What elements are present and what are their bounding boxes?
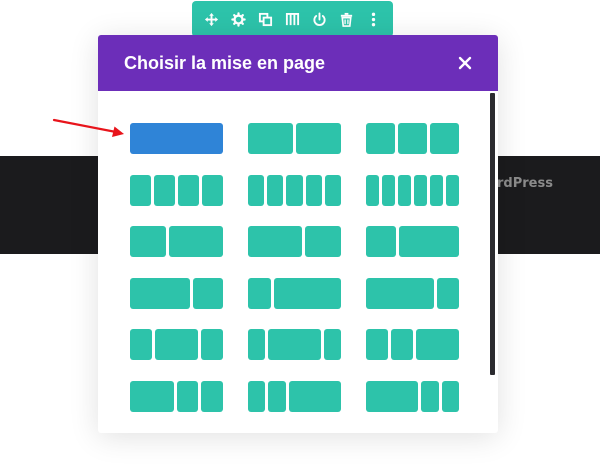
layout-column [267,174,284,206]
layout-column [366,277,434,309]
power-icon[interactable] [312,11,328,27]
layout-column [366,123,395,154]
layout-option-1-6x6[interactable] [366,174,459,206]
layout-column [130,380,174,412]
layout-column [399,226,459,257]
layout-column [382,174,395,206]
layout-option-1-3x3[interactable] [366,123,459,154]
layout-column [130,329,152,360]
layout-modal: Choisir la mise en page [98,35,498,433]
layout-column [130,226,166,257]
layout-column [288,380,341,412]
red-arrow-annotation [52,118,124,137]
layout-option-1-4x4[interactable] [130,174,223,206]
layout-column [398,123,427,154]
layout-column [201,329,223,360]
duplicate-icon[interactable] [258,11,274,27]
layout-column [366,380,419,412]
layout-column [305,174,322,206]
layout-column [248,226,302,257]
more-icon[interactable] [366,11,382,27]
layout-column [324,174,341,206]
columns-icon[interactable] [285,11,301,27]
layout-option-1-4_1-4_1-2[interactable] [366,329,459,360]
layout-column [202,174,223,206]
move-icon[interactable] [204,11,220,27]
layout-column [130,277,190,309]
layout-column [130,123,223,154]
layout-column [268,380,286,412]
layout-column [154,174,175,206]
layout-column [366,226,396,257]
layout-option-1-3_2-3[interactable] [366,226,459,257]
layout-column [430,174,443,206]
layout-option-1-5_3-5_1-5[interactable] [248,329,341,360]
close-icon[interactable] [458,56,472,70]
layout-option-3-5_2-5[interactable] [248,226,341,257]
layout-column [176,380,199,412]
layout-column [366,329,388,360]
layout-column [286,174,303,206]
layout-column [436,277,459,309]
layout-column [414,174,427,206]
layout-column [446,174,459,206]
layout-column [248,329,266,360]
layout-column [296,123,341,154]
layout-column [441,380,459,412]
layout-column [154,329,199,360]
layout-option-1-4_1-2_1-4[interactable] [130,329,223,360]
gear-icon[interactable] [231,11,247,27]
layout-option-1[interactable] [130,123,223,154]
layout-column [178,174,199,206]
layout-column [323,329,341,360]
layout-column [273,277,341,309]
scrollbar[interactable] [490,93,495,375]
layout-column [415,329,459,360]
layout-option-1-2_1-2[interactable] [248,123,341,154]
layout-column [248,123,293,154]
layout-option-3-4_1-4[interactable] [366,277,459,309]
band-text: rdPress [497,176,553,191]
layout-column [366,174,379,206]
layout-option-1-2_1-4_1-4[interactable] [130,380,223,412]
modal-title: Choisir la mise en page [124,52,326,73]
layout-column [398,174,411,206]
layout-column [248,380,266,412]
layout-column [201,380,223,412]
layout-column [421,380,439,412]
layout-column [248,277,271,309]
layout-grid [98,91,498,433]
layout-option-3-5_1-5_1-5[interactable] [366,380,459,412]
layout-option-1-5x5[interactable] [248,174,341,206]
modal-header: Choisir la mise en page [98,35,498,91]
layout-column [169,226,223,257]
layout-column [248,174,265,206]
layout-column [305,226,341,257]
layout-option-1-5_1-5_3-5[interactable] [248,380,341,412]
layout-option-1-4_3-4[interactable] [248,277,341,309]
layout-column [193,277,223,309]
layout-option-2-5_3-5[interactable] [130,226,223,257]
layout-option-2-3_1-3[interactable] [130,277,223,309]
layout-column [390,329,413,360]
layout-column [268,329,321,360]
layout-column [430,123,459,154]
trash-icon[interactable] [339,11,355,27]
layout-column [130,174,151,206]
